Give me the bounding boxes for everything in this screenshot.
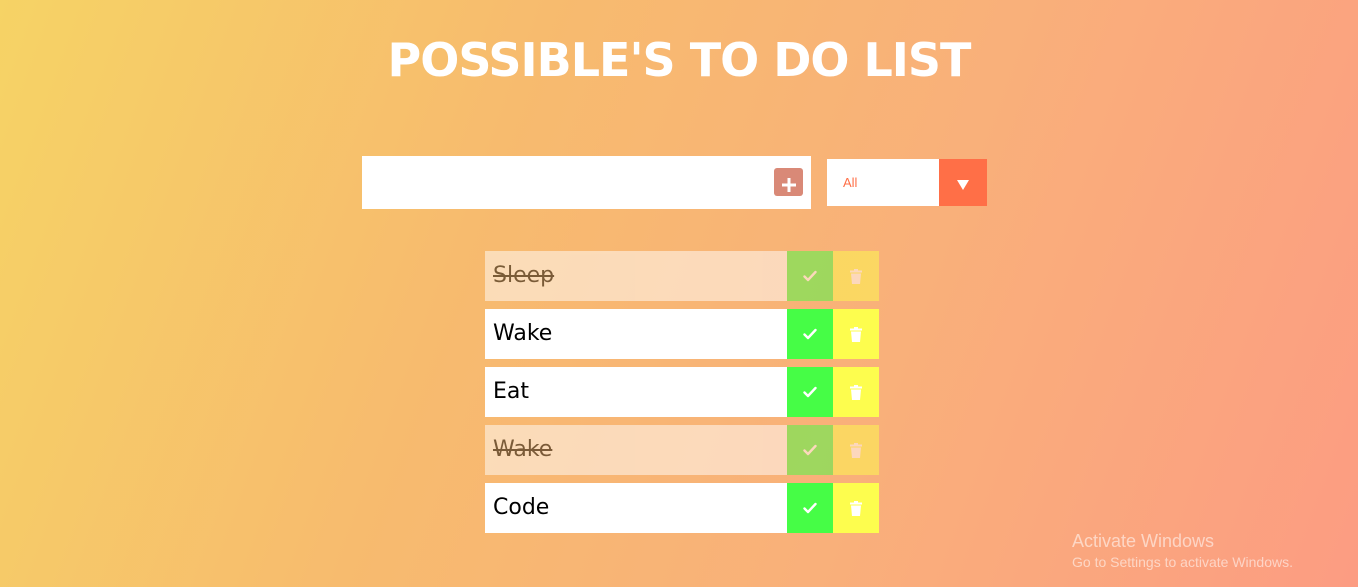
delete-button[interactable] <box>833 367 879 417</box>
todo-text: Code <box>485 483 787 533</box>
todo-item: Wake <box>485 425 879 475</box>
todo-item: Code <box>485 483 879 533</box>
filter-selected-value: All <box>843 175 858 190</box>
activate-windows-watermark: Activate Windows Go to Settings to activ… <box>1072 530 1293 572</box>
trash-icon <box>850 500 862 516</box>
check-icon <box>803 386 817 398</box>
todo-text: Wake <box>485 309 787 359</box>
todo-text: Eat <box>485 367 787 417</box>
check-icon <box>803 328 817 340</box>
check-icon <box>803 444 817 456</box>
delete-button[interactable] <box>833 251 879 301</box>
delete-button[interactable] <box>833 425 879 475</box>
watermark-subtitle: Go to Settings to activate Windows. <box>1072 554 1293 570</box>
complete-button[interactable] <box>787 251 833 301</box>
trash-icon <box>850 326 862 342</box>
add-todo-button[interactable] <box>774 168 803 196</box>
complete-button[interactable] <box>787 309 833 359</box>
watermark-title: Activate Windows <box>1072 531 1215 551</box>
check-icon <box>803 502 817 514</box>
caret-down-icon <box>957 180 969 190</box>
todo-form <box>362 156 811 209</box>
todo-item: Sleep <box>485 251 879 301</box>
page-title: POSSIBLE'S TO DO LIST <box>387 33 972 87</box>
check-icon <box>803 270 817 282</box>
todo-item: Wake <box>485 309 879 359</box>
todo-input[interactable] <box>362 156 762 209</box>
trash-icon <box>850 384 862 400</box>
delete-button[interactable] <box>833 309 879 359</box>
trash-icon <box>850 442 862 458</box>
todo-list: Sleep Wake Eat Wake Code <box>485 251 879 541</box>
filter-dropdown-toggle[interactable] <box>939 159 987 206</box>
todo-item: Eat <box>485 367 879 417</box>
todo-text: Wake <box>485 425 787 475</box>
filter-select[interactable]: All <box>827 159 987 206</box>
plus-square-icon <box>781 178 796 192</box>
complete-button[interactable] <box>787 367 833 417</box>
complete-button[interactable] <box>787 483 833 533</box>
todo-text: Sleep <box>485 251 787 301</box>
complete-button[interactable] <box>787 425 833 475</box>
delete-button[interactable] <box>833 483 879 533</box>
trash-icon <box>850 268 862 284</box>
